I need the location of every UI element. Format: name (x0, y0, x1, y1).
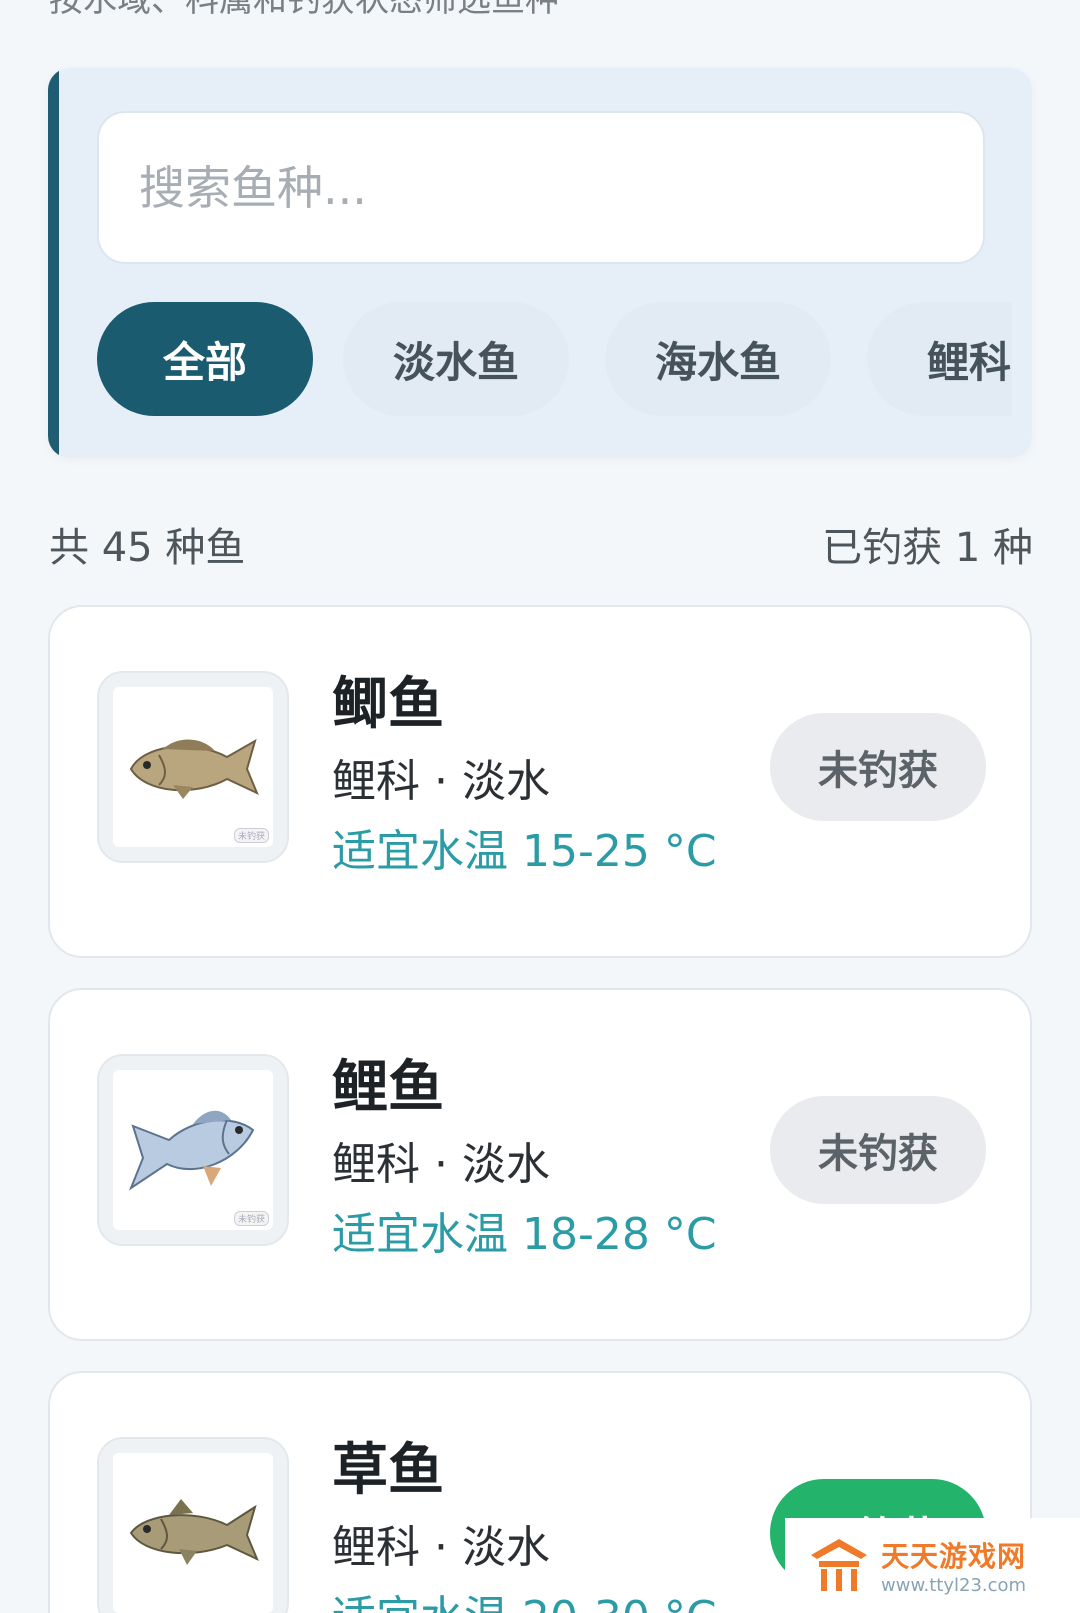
search-input[interactable] (97, 111, 985, 264)
fish-temperature: 适宜水温 20-30 °C (332, 1581, 717, 1613)
thumb-tag: 未钓获 (233, 1211, 269, 1226)
site-watermark: 天天游戏网 www.ttyl23.com (785, 1518, 1080, 1613)
fish-family-water: 鲤科 · 淡水 (332, 756, 550, 807)
filter-chip-row[interactable]: 全部 淡水鱼 海水鱼 鲤科 (97, 302, 1012, 422)
catch-status-button[interactable]: 未钓获 (770, 1096, 986, 1204)
fish-temperature: 适宜水温 18-28 °C (332, 1209, 717, 1260)
catch-status-button[interactable]: 未钓获 (770, 713, 986, 821)
summary-bar: 共 45 种鱼 已钓获 1 种 (49, 515, 1033, 575)
fish-thumbnail (97, 1437, 289, 1613)
fish-card[interactable]: 未钓获 鲤鱼 鲤科 · 淡水 适宜水温 18-28 °C 未钓获 (48, 988, 1032, 1341)
caught-count: 已钓获 1 种 (822, 525, 1033, 571)
grass-carp-image (129, 1499, 259, 1565)
carp-image (128, 1110, 255, 1191)
fish-family-water: 鲤科 · 淡水 (332, 1522, 550, 1573)
chip-freshwater[interactable]: 淡水鱼 (343, 302, 569, 416)
fish-thumbnail: 未钓获 (97, 1054, 289, 1246)
filter-panel: 全部 淡水鱼 海水鱼 鲤科 (48, 68, 1032, 458)
thumb-tag: 未钓获 (233, 828, 269, 843)
chip-saltwater[interactable]: 海水鱼 (605, 302, 831, 416)
fish-thumbnail: 未钓获 (97, 671, 289, 863)
fish-name: 草鱼 (332, 1438, 444, 1503)
fish-name: 鲫鱼 (332, 672, 444, 737)
total-count: 共 45 种鱼 (49, 525, 246, 571)
fish-name: 鲤鱼 (332, 1055, 444, 1120)
watermark-title: 天天游戏网 (881, 1540, 1027, 1573)
chip-all[interactable]: 全部 (97, 302, 313, 416)
panel-accent-bar (48, 68, 59, 458)
filter-hint-text: 按水域、科属和钓获状态筛选鱼种 (49, 0, 559, 20)
watermark-url: www.ttyl23.com (881, 1575, 1027, 1596)
fish-card[interactable]: 未钓获 鲫鱼 鲤科 · 淡水 适宜水温 15-25 °C 未钓获 (48, 605, 1032, 958)
fish-temperature: 适宜水温 15-25 °C (332, 826, 717, 877)
fish-catalog-page: 按水域、科属和钓获状态筛选鱼种 全部 淡水鱼 海水鱼 鲤科 共 45 种鱼 已钓… (0, 0, 1080, 1613)
crucian-carp-image (129, 738, 259, 799)
fish-family-water: 鲤科 · 淡水 (332, 1139, 550, 1190)
watermark-logo-icon (811, 1538, 867, 1591)
chip-carp-family[interactable]: 鲤科 (867, 302, 1012, 416)
